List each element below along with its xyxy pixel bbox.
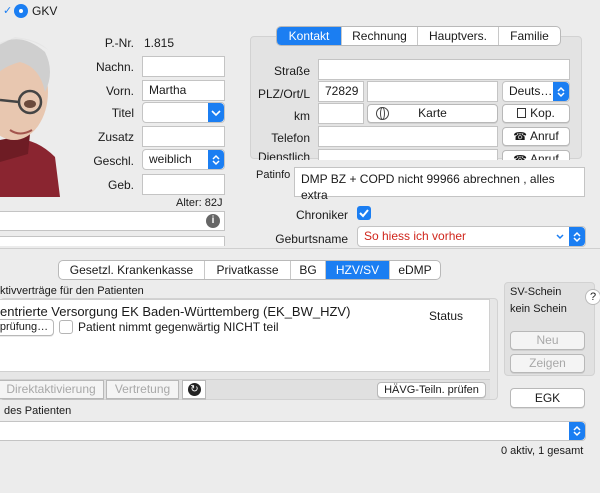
gkv-radio[interactable] xyxy=(14,4,28,18)
tab-rechnung[interactable]: Rechnung xyxy=(342,27,418,45)
status-header: Status xyxy=(429,309,464,323)
land-select[interactable]: Deuts… xyxy=(502,81,570,102)
neu-button[interactable]: Neu xyxy=(510,331,585,350)
geb-label: Geb. xyxy=(107,178,134,192)
vorname-field[interactable]: Martha xyxy=(142,80,225,101)
geschl-select[interactable]: weiblich xyxy=(142,149,225,170)
plz-field[interactable]: 72829 xyxy=(318,81,364,102)
tab-hauptvers[interactable]: Hauptvers. xyxy=(418,27,499,45)
vorname-label: Vorn. xyxy=(105,84,134,98)
top-strip: ✓ GKV xyxy=(0,0,600,22)
stepper-icon[interactable] xyxy=(554,227,569,246)
nicht-teil-checkbox[interactable] xyxy=(59,320,73,334)
nachname-label: Nachn. xyxy=(95,60,134,74)
divider xyxy=(0,248,600,249)
ort-field[interactable] xyxy=(367,81,498,102)
partial-field[interactable] xyxy=(0,236,225,246)
refresh-icon: ↻ xyxy=(188,383,201,396)
globe-icon xyxy=(376,107,389,120)
dienstlich-label: Dienstlich xyxy=(257,150,310,160)
vertretung-button[interactable]: Vertretung xyxy=(106,380,179,399)
zusatz-label: Zusatz xyxy=(97,130,134,144)
chevron-updown-icon xyxy=(208,150,224,169)
alter-text: Alter: 82J xyxy=(176,197,223,209)
telefon-label: Telefon xyxy=(271,131,310,145)
nachname-field[interactable] xyxy=(142,56,225,77)
bottom-select[interactable] xyxy=(0,421,586,441)
titel-select[interactable] xyxy=(142,102,225,123)
zeigen-button[interactable]: Zeigen xyxy=(510,354,585,373)
geburtsname-field[interactable]: So hiess ich vorher xyxy=(357,226,586,247)
sv-schein-status: kein Schein xyxy=(510,303,567,315)
avatar xyxy=(0,22,72,197)
bottom-section-label: des Patienten xyxy=(4,405,72,417)
chevron-updown-icon xyxy=(569,227,585,246)
patinfo-label: Patinfo xyxy=(256,169,291,181)
tab-edmp[interactable]: eDMP xyxy=(390,261,440,279)
tab-hzv-sv[interactable]: HZV/SV xyxy=(326,261,390,279)
refresh-button[interactable]: ↻ xyxy=(182,380,206,399)
dienstlich-row: Dienstlich ☎ Anruf xyxy=(250,148,582,160)
anruf-button[interactable]: ☎ Anruf xyxy=(502,127,570,146)
telefon-field[interactable] xyxy=(318,126,498,147)
egk-button[interactable]: EGK xyxy=(510,388,585,408)
chevron-down-icon xyxy=(208,103,224,122)
tab-familie[interactable]: Familie xyxy=(499,27,560,45)
phone-icon: ☎ xyxy=(513,131,527,143)
pnr-value: 1.815 xyxy=(144,36,175,50)
km-label: km xyxy=(294,109,310,123)
insurance-tabs: Gesetzl. Krankenkasse Privatkasse BG HZV… xyxy=(58,260,441,280)
strasse-field[interactable] xyxy=(318,59,570,80)
titel-label: Titel xyxy=(111,106,134,120)
tab-bg[interactable]: BG xyxy=(291,261,326,279)
chevron-updown-icon xyxy=(553,82,569,101)
nicht-teil-label: Patient nimmt gegenwärtig NICHT teil xyxy=(78,320,279,334)
patinfo-text[interactable]: DMP BZ + COPD nicht 99966 abrechnen , al… xyxy=(294,167,585,202)
sv-schein-title: SV-Schein xyxy=(510,286,562,298)
phone-icon: ☎ xyxy=(513,154,527,160)
haevg-button[interactable]: HÄVG-Teiln. prüfen xyxy=(377,382,486,398)
karte-button[interactable]: Karte xyxy=(367,104,498,123)
hzv-section-title: ktivverträge für den Patienten xyxy=(0,285,144,297)
km-field[interactable] xyxy=(318,103,364,124)
geb-field[interactable] xyxy=(142,174,225,195)
count-text: 0 aktiv, 1 gesamt xyxy=(501,445,584,457)
contact-tabs: Kontakt Rechnung Hauptvers. Familie xyxy=(276,26,561,46)
pruefung-button[interactable]: prüfung… xyxy=(0,319,54,336)
contract-title: entrierte Versorgung EK Baden-Württember… xyxy=(0,304,351,319)
pnr-label: P.-Nr. xyxy=(104,36,134,50)
tab-gesetzl[interactable]: Gesetzl. Krankenkasse xyxy=(59,261,205,279)
copy-icon xyxy=(517,108,527,118)
checkmark-icon xyxy=(359,209,369,218)
plz-label: PLZ/Ort/L xyxy=(257,87,310,101)
geburtsname-label: Geburtsname xyxy=(275,232,348,246)
direktaktivierung-button[interactable]: Direktaktivierung xyxy=(0,380,104,399)
gkv-label: GKV xyxy=(32,4,58,18)
strasse-label: Straße xyxy=(273,64,310,78)
chevron-updown-icon xyxy=(569,422,585,440)
chevron-down-icon[interactable]: ✓ xyxy=(3,4,12,17)
sv-schein-help-icon[interactable]: ? xyxy=(585,289,600,305)
chroniker-label: Chroniker xyxy=(295,208,348,222)
info-field[interactable]: i xyxy=(0,211,225,231)
geschl-label: Geschl. xyxy=(93,154,134,168)
tab-kontakt[interactable]: Kontakt xyxy=(277,27,342,45)
dienstlich-field[interactable] xyxy=(318,149,498,160)
zusatz-field[interactable] xyxy=(142,126,225,147)
chroniker-checkbox[interactable] xyxy=(357,206,371,220)
kop-button[interactable]: Kop. xyxy=(502,104,570,123)
info-icon[interactable]: i xyxy=(206,214,220,228)
anruf2-button[interactable]: ☎ Anruf xyxy=(502,150,570,160)
tab-privatkasse[interactable]: Privatkasse xyxy=(205,261,291,279)
